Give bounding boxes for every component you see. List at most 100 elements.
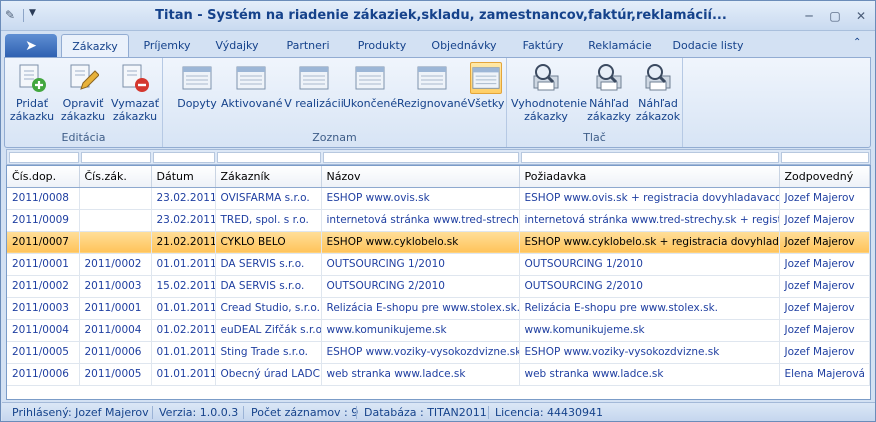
cell-zodpovedny[interactable]: Jozef Majerov (779, 253, 870, 276)
filter-zakaznik[interactable] (217, 152, 321, 163)
cell-datum[interactable]: 15.02.2011 (151, 275, 216, 298)
evaluate-order-button[interactable]: Vyhodnotenie zákazky (511, 62, 587, 123)
tab-prijemky[interactable]: Príjemky (133, 34, 201, 58)
minimize-button[interactable]: ─ (801, 9, 817, 23)
cell-nazov[interactable]: ESHOP www.voziky-vysokozdvizne.sk (321, 341, 520, 364)
cell-poziadavka[interactable]: ESHOP www.cyklobelo.sk + registracia dov… (519, 231, 780, 254)
cell-nazov[interactable]: OUTSOURCING 2/2010 (321, 275, 520, 298)
cell-nazov[interactable]: ESHOP www.cyklobelo.sk (321, 231, 520, 254)
cell-zodpovedny[interactable]: Jozef Majerov (779, 275, 870, 298)
filter-datum[interactable] (153, 152, 215, 163)
list-rezignovane-button[interactable]: Rezignované (397, 62, 467, 110)
application-menu-button[interactable]: ➤ (5, 34, 57, 58)
list-aktivovane-button[interactable]: Aktivované (221, 62, 283, 110)
cell-datum[interactable]: 23.02.2011 (151, 187, 216, 210)
cell-cislo-dopytu[interactable]: 2011/0002 (7, 275, 80, 298)
cell-cislo-zakazky[interactable]: 2011/0004 (79, 319, 152, 342)
cell-zakaznik[interactable]: DA SERVIS s.r.o. (215, 275, 322, 298)
cell-cislo-dopytu[interactable]: 2011/0006 (7, 363, 80, 386)
cell-cislo-zakazky[interactable]: 2011/0003 (79, 275, 152, 298)
cell-poziadavka[interactable]: internetová stránka www.tred-strechy.sk … (519, 209, 780, 232)
table-row[interactable]: 2011/0003 2011/0001 01.01.2011 Cread Studio… (7, 297, 870, 320)
table-row[interactable]: 2011/0005 2011/0006 01.01.2011 Sting Trade … (7, 341, 870, 364)
cell-nazov[interactable]: internetová stránka www.tred-strechy.sk (321, 209, 520, 232)
add-order-button[interactable]: Pridať zákazku (9, 62, 55, 123)
cell-zakaznik[interactable]: Cread Studio, s.r.o. (215, 297, 322, 320)
cell-cislo-zakazky[interactable]: 2011/0001 (79, 297, 152, 320)
cell-zodpovedny[interactable]: Jozef Majerov (779, 231, 870, 254)
cell-cislo-dopytu[interactable]: 2011/0007 (7, 231, 80, 254)
cell-cislo-zakazky[interactable] (79, 209, 152, 232)
edit-order-button[interactable]: Opraviť zákazku (59, 62, 107, 123)
cell-nazov[interactable]: www.komunikujeme.sk (321, 319, 520, 342)
cell-zodpovedny[interactable]: Jozef Majerov (779, 319, 870, 342)
cell-cislo-zakazky[interactable]: 2011/0005 (79, 363, 152, 386)
cell-poziadavka[interactable]: OUTSOURCING 1/2010 (519, 253, 780, 276)
delete-order-button[interactable]: Vymazať zákazku (109, 62, 161, 123)
app-menu-icon[interactable]: ✎ (5, 8, 19, 22)
column-header-zodpovedny[interactable]: Zodpovedný (779, 166, 870, 188)
cell-datum[interactable]: 01.02.2011 (151, 319, 216, 342)
cell-nazov[interactable]: ESHOP www.ovis.sk (321, 187, 520, 210)
cell-datum[interactable]: 01.01.2011 (151, 341, 216, 364)
column-header-zakaznik[interactable]: Zákazník (215, 166, 322, 188)
cell-zakaznik[interactable]: DA SERVIS s.r.o. (215, 253, 322, 276)
tab-objednavky[interactable]: Objednávky (425, 34, 503, 58)
tab-partneri[interactable]: Partneri (275, 34, 341, 58)
table-row[interactable]: 2011/0007 21.02.2011 CYKLO BELO ESHOP www.c… (7, 231, 870, 254)
preview-order-button[interactable]: Náhľad zákazky (587, 62, 631, 123)
cell-cislo-dopytu[interactable]: 2011/0008 (7, 187, 80, 210)
cell-cislo-zakazky[interactable] (79, 231, 152, 254)
cell-poziadavka[interactable]: ESHOP www.ovis.sk + registracia dovyhlad… (519, 187, 780, 210)
cell-zakaznik[interactable]: Sting Trade s.r.o. (215, 341, 322, 364)
cell-poziadavka[interactable]: OUTSOURCING 2/2010 (519, 275, 780, 298)
cell-poziadavka[interactable]: web stranka www.ladce.sk (519, 363, 780, 386)
list-dopyty-button[interactable]: Dopyty (169, 62, 225, 110)
column-header-cislo-dopytu[interactable]: Čís.dop. (7, 166, 80, 188)
cell-poziadavka[interactable]: Relizácia E-shopu pre www.stolex.sk. (519, 297, 780, 320)
filter-zodpovedny[interactable] (781, 152, 869, 163)
tab-zakazky[interactable]: Zákazky (61, 34, 129, 58)
cell-cislo-zakazky[interactable]: 2011/0002 (79, 253, 152, 276)
cell-nazov[interactable]: web stranka www.ladce.sk (321, 363, 520, 386)
cell-datum[interactable]: 23.02.2011 (151, 209, 216, 232)
close-button[interactable]: ✕ (853, 9, 869, 23)
cell-datum[interactable]: 01.01.2011 (151, 253, 216, 276)
maximize-button[interactable]: ▢ (827, 9, 843, 23)
tab-produkty[interactable]: Produkty (349, 34, 415, 58)
cell-cislo-dopytu[interactable]: 2011/0001 (7, 253, 80, 276)
column-header-poziadavka[interactable]: Požiadavka (519, 166, 780, 188)
cell-cislo-zakazky[interactable] (79, 187, 152, 210)
cell-cislo-dopytu[interactable]: 2011/0004 (7, 319, 80, 342)
tab-reklamacie[interactable]: Reklamácie (583, 34, 657, 58)
cell-zakaznik[interactable]: euDEAL Zifčák s.r.o. (215, 319, 322, 342)
cell-zakaznik[interactable]: OVISFARMA s.r.o. (215, 187, 322, 210)
cell-datum[interactable]: 21.02.2011 (151, 231, 216, 254)
column-header-nazov[interactable]: Názov (321, 166, 520, 188)
cell-zakaznik[interactable]: TRED, spol. s r.o. (215, 209, 322, 232)
column-header-datum[interactable]: Dátum (151, 166, 216, 188)
table-row[interactable]: 2011/0008 23.02.2011 OVISFARMA s.r.o. ESHOP… (7, 187, 870, 210)
cell-poziadavka[interactable]: www.komunikujeme.sk (519, 319, 780, 342)
filter-nazov[interactable] (323, 152, 519, 163)
tab-faktury[interactable]: Faktúry (513, 34, 573, 58)
cell-datum[interactable]: 01.01.2011 (151, 363, 216, 386)
filter-poziadavka[interactable] (521, 152, 779, 163)
filter-cislo-dopytu[interactable] (9, 152, 79, 163)
cell-zodpovedny[interactable]: Jozef Majerov (779, 341, 870, 364)
cell-zodpovedny[interactable]: Jozef Majerov (779, 187, 870, 210)
cell-zodpovedny[interactable]: Jozef Majerov (779, 209, 870, 232)
tab-dodacie-listy[interactable]: Dodacie listy (667, 34, 749, 58)
cell-zakaznik[interactable]: CYKLO BELO (215, 231, 322, 254)
collapse-ribbon-icon[interactable]: ⌃ (853, 37, 861, 48)
cell-nazov[interactable]: Relizácia E-shopu pre www.stolex.sk. (321, 297, 520, 320)
cell-cislo-dopytu[interactable]: 2011/0003 (7, 297, 80, 320)
table-row[interactable]: 2011/0001 2011/0002 01.01.2011 DA SERVIS s.… (7, 253, 870, 276)
table-row[interactable]: 2011/0004 2011/0004 01.02.2011 euDEAL Zifčá… (7, 319, 870, 342)
cell-cislo-dopytu[interactable]: 2011/0009 (7, 209, 80, 232)
list-v-realizacii-button[interactable]: V realizácii (281, 62, 347, 110)
filter-cislo-zakazky[interactable] (81, 152, 151, 163)
cell-zodpovedny[interactable]: Elena Majerová (779, 363, 870, 386)
column-header-cislo-zakazky[interactable]: Čís.zák. (79, 166, 152, 188)
table-row[interactable]: 2011/0002 2011/0003 15.02.2011 DA SERVIS s.… (7, 275, 870, 298)
